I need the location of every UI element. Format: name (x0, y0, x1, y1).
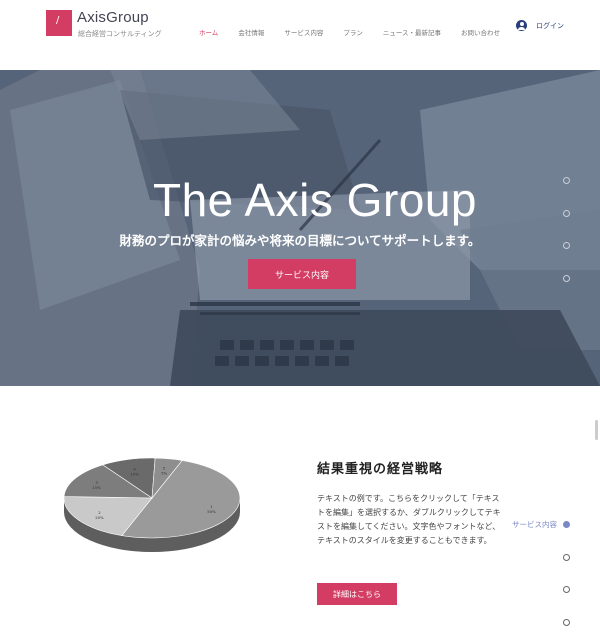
hero-title: The Axis Group (152, 174, 478, 226)
hero-section: The Axis Group 財務のプロが家計の悩みや将来の目標についてサポート… (0, 70, 600, 386)
site-header: / AxisGroup 総合経営コンサルティング ホーム 会社情報 サービス内容… (0, 0, 600, 70)
nav-item-services[interactable]: サービス内容 (284, 27, 323, 37)
side-nav-dot[interactable] (563, 210, 570, 217)
nav-item-plans[interactable]: プラン (343, 27, 363, 37)
side-nav-dot[interactable] (563, 177, 570, 184)
brand-name[interactable]: AxisGroup (77, 9, 149, 26)
side-nav-active-label[interactable]: サービス内容 (512, 519, 557, 530)
side-nav-dot[interactable] (563, 242, 570, 249)
login-button[interactable]: ログイン (516, 20, 564, 31)
logo-icon[interactable]: / (46, 10, 72, 36)
nav-item-news[interactable]: ニュース・最新記事 (383, 27, 441, 37)
side-nav-dot[interactable] (563, 554, 570, 561)
nav-item-company[interactable]: 会社情報 (238, 27, 264, 37)
side-nav-dot[interactable] (563, 275, 570, 282)
scrollbar[interactable] (595, 420, 598, 440)
pie-chart: 1 50% 2 20% 3 15% 4 10% 5 5% (60, 450, 250, 570)
pie-chart-svg: 150%220%315%410%55% (63, 457, 241, 552)
main-nav: ホーム 会社情報 サービス内容 プラン ニュース・最新記事 お問い合わせ (199, 27, 520, 37)
feature-title: 結果重視の経営戦略 (317, 462, 444, 477)
brand-tagline: 総合経営コンサルティング (78, 30, 162, 38)
hero-subtitle: 財務のプロが家計の悩みや将来の目標についてサポートします。 (119, 233, 481, 248)
feature-body: テキストの例です。こちらをクリックして「テキストを編集」を選択するか、ダブルクリ… (317, 494, 501, 545)
side-nav-dot[interactable] (563, 586, 570, 593)
logo-mark: / (56, 15, 60, 26)
pie-slice-label: 5% (161, 471, 167, 476)
side-nav-dot[interactable] (563, 619, 570, 626)
login-label: ログイン (536, 21, 564, 30)
pie-slice-label: 20% (95, 515, 104, 520)
pie-slice-label: 10% (130, 471, 139, 476)
pie-slice-label: 50% (207, 509, 216, 514)
pie-slice-label: 15% (92, 485, 101, 490)
hero-background-illustration (0, 70, 600, 386)
details-button[interactable]: 詳細はこちら (317, 583, 397, 605)
user-icon (516, 20, 527, 31)
nav-item-contact[interactable]: お問い合わせ (461, 27, 500, 37)
hero-services-button[interactable]: サービス内容 (248, 259, 356, 289)
side-nav-dot-active[interactable] (563, 521, 570, 528)
nav-item-home[interactable]: ホーム (199, 27, 218, 37)
